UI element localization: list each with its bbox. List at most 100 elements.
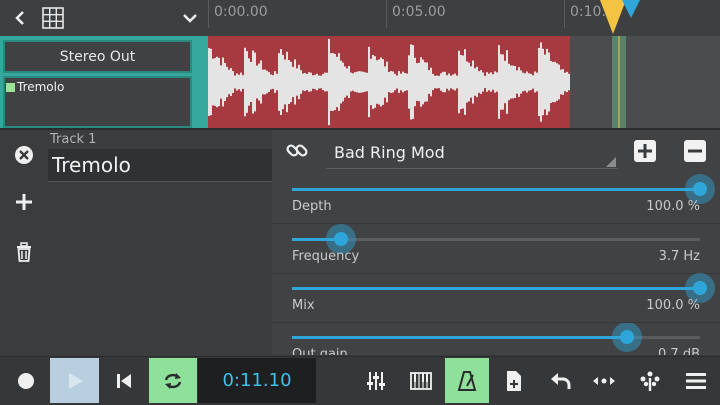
waveform-bar [532, 75, 534, 89]
waveform-bar [420, 57, 422, 107]
waveform-bar [480, 70, 482, 94]
param-out-gain: Out gain 0.7 dB [272, 323, 720, 356]
waveform-bar [270, 74, 272, 90]
waveform-bar [552, 61, 554, 103]
remove-preset-button[interactable] [684, 140, 706, 162]
waveform-bar [528, 73, 530, 91]
minus-box-icon [688, 149, 702, 153]
fx-tree-icon [640, 371, 660, 391]
delete-effect-button[interactable] [12, 240, 36, 264]
mix-slider[interactable] [292, 273, 715, 303]
undo-icon [551, 372, 571, 389]
waveform-bar [324, 72, 326, 92]
slider-fill [292, 336, 627, 339]
mixer-icon [367, 371, 385, 390]
waveform-bar [262, 69, 264, 95]
waveform-bar [412, 44, 414, 120]
param-value: 100.0 % [646, 199, 700, 214]
waveform-bar [254, 52, 256, 112]
waveform-bar [434, 75, 436, 89]
piano-button[interactable] [401, 358, 441, 403]
waveform-bar [542, 48, 544, 116]
waveform-bar [534, 71, 536, 93]
waveform-bar [284, 59, 286, 105]
loop-button[interactable] [149, 358, 197, 403]
waveform-bar [416, 63, 418, 101]
undo-button[interactable] [540, 358, 580, 403]
add-effect-button[interactable] [12, 190, 36, 214]
effect-name-field[interactable]: Tremolo [48, 149, 272, 182]
waveform-bar [484, 75, 486, 89]
record-button[interactable] [2, 358, 50, 403]
add-preset-button[interactable] [634, 140, 656, 162]
waveform-bar [218, 57, 220, 107]
close-button[interactable] [12, 143, 36, 167]
snap-button[interactable] [584, 358, 624, 403]
slider-knob[interactable] [611, 323, 642, 352]
tick-label: 0:00.00 [214, 4, 268, 20]
slider-fill [292, 287, 700, 290]
frequency-slider[interactable] [292, 224, 700, 254]
waveform-bar [470, 66, 472, 98]
track-color-swatch [6, 83, 15, 92]
waveform-bar [440, 73, 442, 91]
waveform-bar [378, 59, 380, 105]
waveform-bar [368, 46, 370, 118]
out-gain-slider[interactable] [292, 323, 700, 352]
audio-clip-waveform[interactable] [208, 36, 720, 128]
waveform-bar [216, 56, 218, 108]
waveform-bar [530, 73, 532, 91]
waveform-bar [496, 72, 498, 92]
waveform-bar [448, 73, 450, 91]
waveform-bar [382, 59, 384, 105]
add-file-button[interactable] [494, 358, 534, 403]
waveform-bar [450, 75, 452, 89]
waveform-bar [252, 50, 254, 114]
waveform-bar [472, 60, 474, 104]
waveform-bar [482, 72, 484, 92]
waveform-bar [384, 66, 386, 98]
waveform-bar [466, 61, 468, 103]
metronome-button[interactable] [445, 358, 489, 403]
waveform-bar [512, 65, 514, 99]
grid-button[interactable] [40, 6, 66, 30]
waveform-bar [250, 61, 252, 103]
link-button[interactable] [286, 140, 308, 162]
playhead-marker-icon[interactable] [598, 0, 644, 36]
waveform-bar [398, 71, 400, 93]
waveform-bar [514, 66, 516, 98]
waveform-bar [444, 71, 446, 93]
waveform-bar [312, 75, 314, 89]
waveform-bar [246, 51, 248, 113]
waveform-bar [328, 38, 330, 126]
waveform-bar [276, 73, 278, 91]
param-name: Out gain [292, 347, 348, 356]
loop-icon [164, 372, 182, 389]
waveform-bar [302, 73, 304, 91]
effect-preset-select[interactable]: Bad Ring Mod [326, 136, 618, 169]
menu-button[interactable] [676, 358, 716, 403]
depth-slider[interactable] [292, 174, 715, 204]
waveform-bar [410, 44, 412, 120]
back-button[interactable] [8, 6, 32, 30]
waveform-bar [318, 75, 320, 89]
waveform-bar [548, 52, 550, 112]
waveform-bar [350, 72, 352, 92]
waveform-bar [562, 69, 564, 95]
waveform-bar [298, 64, 300, 100]
waveform-bar [356, 71, 358, 93]
rewind-button[interactable] [100, 358, 148, 403]
waveform-bar [232, 71, 234, 93]
fx-button[interactable] [630, 358, 670, 403]
waveform-bar [558, 64, 560, 100]
stereo-out-button[interactable]: Stereo Out [3, 40, 192, 73]
waveform-bar [292, 66, 294, 98]
waveform-bar [258, 63, 260, 101]
play-button[interactable] [50, 358, 99, 403]
mixer-button[interactable] [356, 358, 396, 403]
time-display: 0:11.10 [198, 358, 316, 403]
dropdown-button[interactable] [178, 6, 202, 30]
waveform-bar [272, 75, 274, 89]
waveform-bar [360, 71, 362, 93]
waveform-bar [224, 63, 226, 101]
